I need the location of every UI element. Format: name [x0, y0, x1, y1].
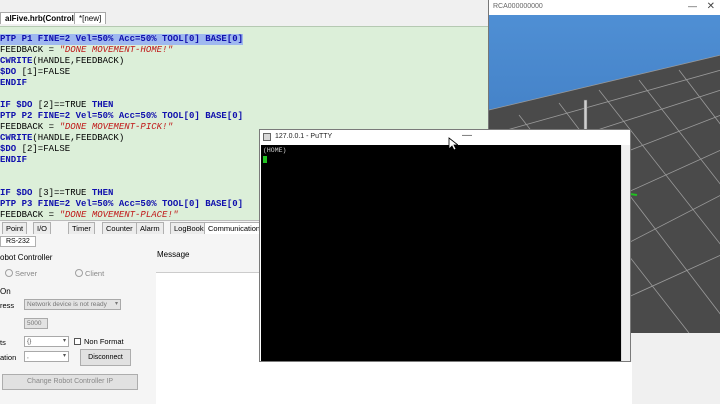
server-label: Server [15, 269, 38, 278]
code-token: "DONE MOVEMENT-PICK!" [59, 122, 173, 132]
code-token: ENDIF [0, 155, 28, 165]
terminal-screen[interactable]: (HOME) [261, 145, 621, 361]
putty-title: 127.0.0.1 - PuTTY [275, 133, 333, 140]
code-line[interactable]: $DO [2]=FALSE [0, 144, 70, 155]
nonformat-checkbox[interactable] [74, 338, 81, 345]
code-token: THEN [91, 188, 114, 198]
code-token: PTP P1 FINE=2 Vel=50% Acc=50% TOOL[0] BA… [0, 34, 244, 44]
code-line[interactable]: CWRITE(HANDLE,FEEDBACK) [0, 56, 124, 67]
code-token: IF $DO [0, 188, 33, 198]
code-token: CWRITE [0, 56, 33, 66]
code-line[interactable]: IF $DO [3]==TRUE THEN [0, 188, 113, 199]
address-label: ress [0, 301, 15, 310]
chevron-down-icon: ▾ [62, 353, 66, 359]
mouse-cursor-icon [448, 137, 458, 151]
ts-dropdown[interactable]: {} ▾ [24, 336, 69, 347]
putty-title-bar: 127.0.0.1 - PuTTY — [260, 130, 630, 145]
code-line[interactable]: FEEDBACK = "DONE MOVEMENT-PICK!" [0, 122, 173, 133]
ation-dropdown[interactable]: , ▾ [24, 351, 69, 362]
code-token: $DO [0, 144, 17, 154]
code-line[interactable]: PTP P1 FINE=2 Vel=50% Acc=50% TOOL[0] BA… [0, 34, 244, 45]
code-token: (HANDLE,FEEDBACK) [32, 133, 125, 143]
ation-value: , [27, 353, 29, 360]
code-token: FEEDBACK = [0, 45, 60, 55]
message-label: Message [157, 250, 190, 259]
client-radio[interactable] [75, 269, 83, 277]
change-ip-button[interactable]: Change Robot Controller IP [2, 374, 138, 390]
code-line[interactable]: PTP P2 FINE=2 Vel=50% Acc=50% TOOL[0] BA… [0, 111, 243, 122]
ts-value: {} [27, 338, 32, 345]
code-line[interactable]: CWRITE(HANDLE,FEEDBACK) [0, 133, 124, 144]
code-line[interactable]: FEEDBACK = "DONE MOVEMENT-HOME!" [0, 45, 173, 56]
address-dropdown[interactable]: Network device is not ready ▾ [24, 299, 121, 310]
nonformat-label: Non Format [84, 337, 124, 346]
on-label: On [0, 287, 11, 296]
editor-tab-new[interactable]: *[new] [74, 12, 107, 24]
tab-counter[interactable]: Counter [102, 222, 137, 234]
code-token: "DONE MOVEMENT-HOME!" [59, 45, 173, 55]
tab-alarm[interactable]: Alarm [136, 222, 164, 234]
code-token: IF $DO [0, 100, 33, 110]
code-token: $DO [0, 67, 17, 77]
server-radio[interactable] [5, 269, 13, 277]
code-token: [3]==TRUE [32, 188, 92, 198]
editor-tab-strip: alFive.hrb(Controller) *[new] [0, 12, 500, 24]
port-field[interactable]: 5000 [24, 318, 48, 329]
client-label: Client [85, 269, 105, 278]
sim-title: RCA000000000 [493, 3, 543, 10]
code-line[interactable]: IF $DO [2]==TRUE THEN [0, 100, 113, 111]
code-token: FEEDBACK = [0, 210, 60, 220]
code-line[interactable]: ENDIF [0, 78, 27, 89]
terminal-scrollbar[interactable] [621, 145, 630, 361]
disconnect-button[interactable]: Disconnect [80, 349, 131, 366]
code-token: FEEDBACK = [0, 122, 60, 132]
putty-app-icon [263, 133, 271, 141]
code-token: PTP P2 FINE=2 Vel=50% Acc=50% TOOL[0] BA… [0, 111, 244, 121]
tab-rs232[interactable]: RS-232 [0, 236, 36, 247]
panel-tab-strip: Point I/O Timer Counter Alarm LogBook Co… [0, 222, 265, 234]
message-box[interactable] [156, 272, 264, 404]
close-icon[interactable]: ✕ [707, 1, 715, 12]
address-value: Network device is not ready [27, 301, 107, 308]
tab-timer[interactable]: Timer [68, 222, 95, 234]
tab-point[interactable]: Point [2, 222, 28, 234]
tab-communication[interactable]: Communication [204, 222, 265, 234]
code-token: ENDIF [0, 78, 28, 88]
terminal-output: (HOME) [263, 147, 287, 154]
minimize-icon[interactable]: — [462, 130, 472, 141]
code-token: [2]=FALSE [16, 144, 71, 154]
code-token: THEN [91, 100, 114, 110]
ts-label: ts [0, 338, 6, 347]
code-token: CWRITE [0, 133, 33, 143]
code-line[interactable]: ENDIF [0, 155, 27, 166]
chevron-down-icon: ▾ [114, 301, 118, 307]
code-token: [2]==TRUE [32, 100, 92, 110]
code-token: [1]=FALSE [16, 67, 71, 77]
tab-io[interactable]: I/O [33, 222, 52, 234]
message-area [262, 362, 632, 404]
chevron-down-icon: ▾ [62, 338, 66, 344]
ation-label: ation [0, 353, 17, 362]
code-token: PTP P3 FINE=2 Vel=50% Acc=50% TOOL[0] BA… [0, 199, 244, 209]
code-token: "DONE MOVEMENT-PLACE!" [59, 210, 179, 220]
minimize-icon[interactable]: — [688, 1, 697, 11]
code-line[interactable]: $DO [1]=FALSE [0, 67, 70, 78]
putty-window[interactable]: 127.0.0.1 - PuTTY — (HOME) [259, 129, 631, 362]
sim-title-bar: RCA000000000 — ✕ [489, 0, 720, 15]
tab-logbook[interactable]: LogBook [170, 222, 208, 234]
robot-controller-heading: obot Controller [0, 253, 53, 262]
code-token: (HANDLE,FEEDBACK) [32, 56, 125, 66]
code-line[interactable]: PTP P3 FINE=2 Vel=50% Acc=50% TOOL[0] BA… [0, 199, 243, 210]
terminal-cursor [263, 156, 267, 163]
